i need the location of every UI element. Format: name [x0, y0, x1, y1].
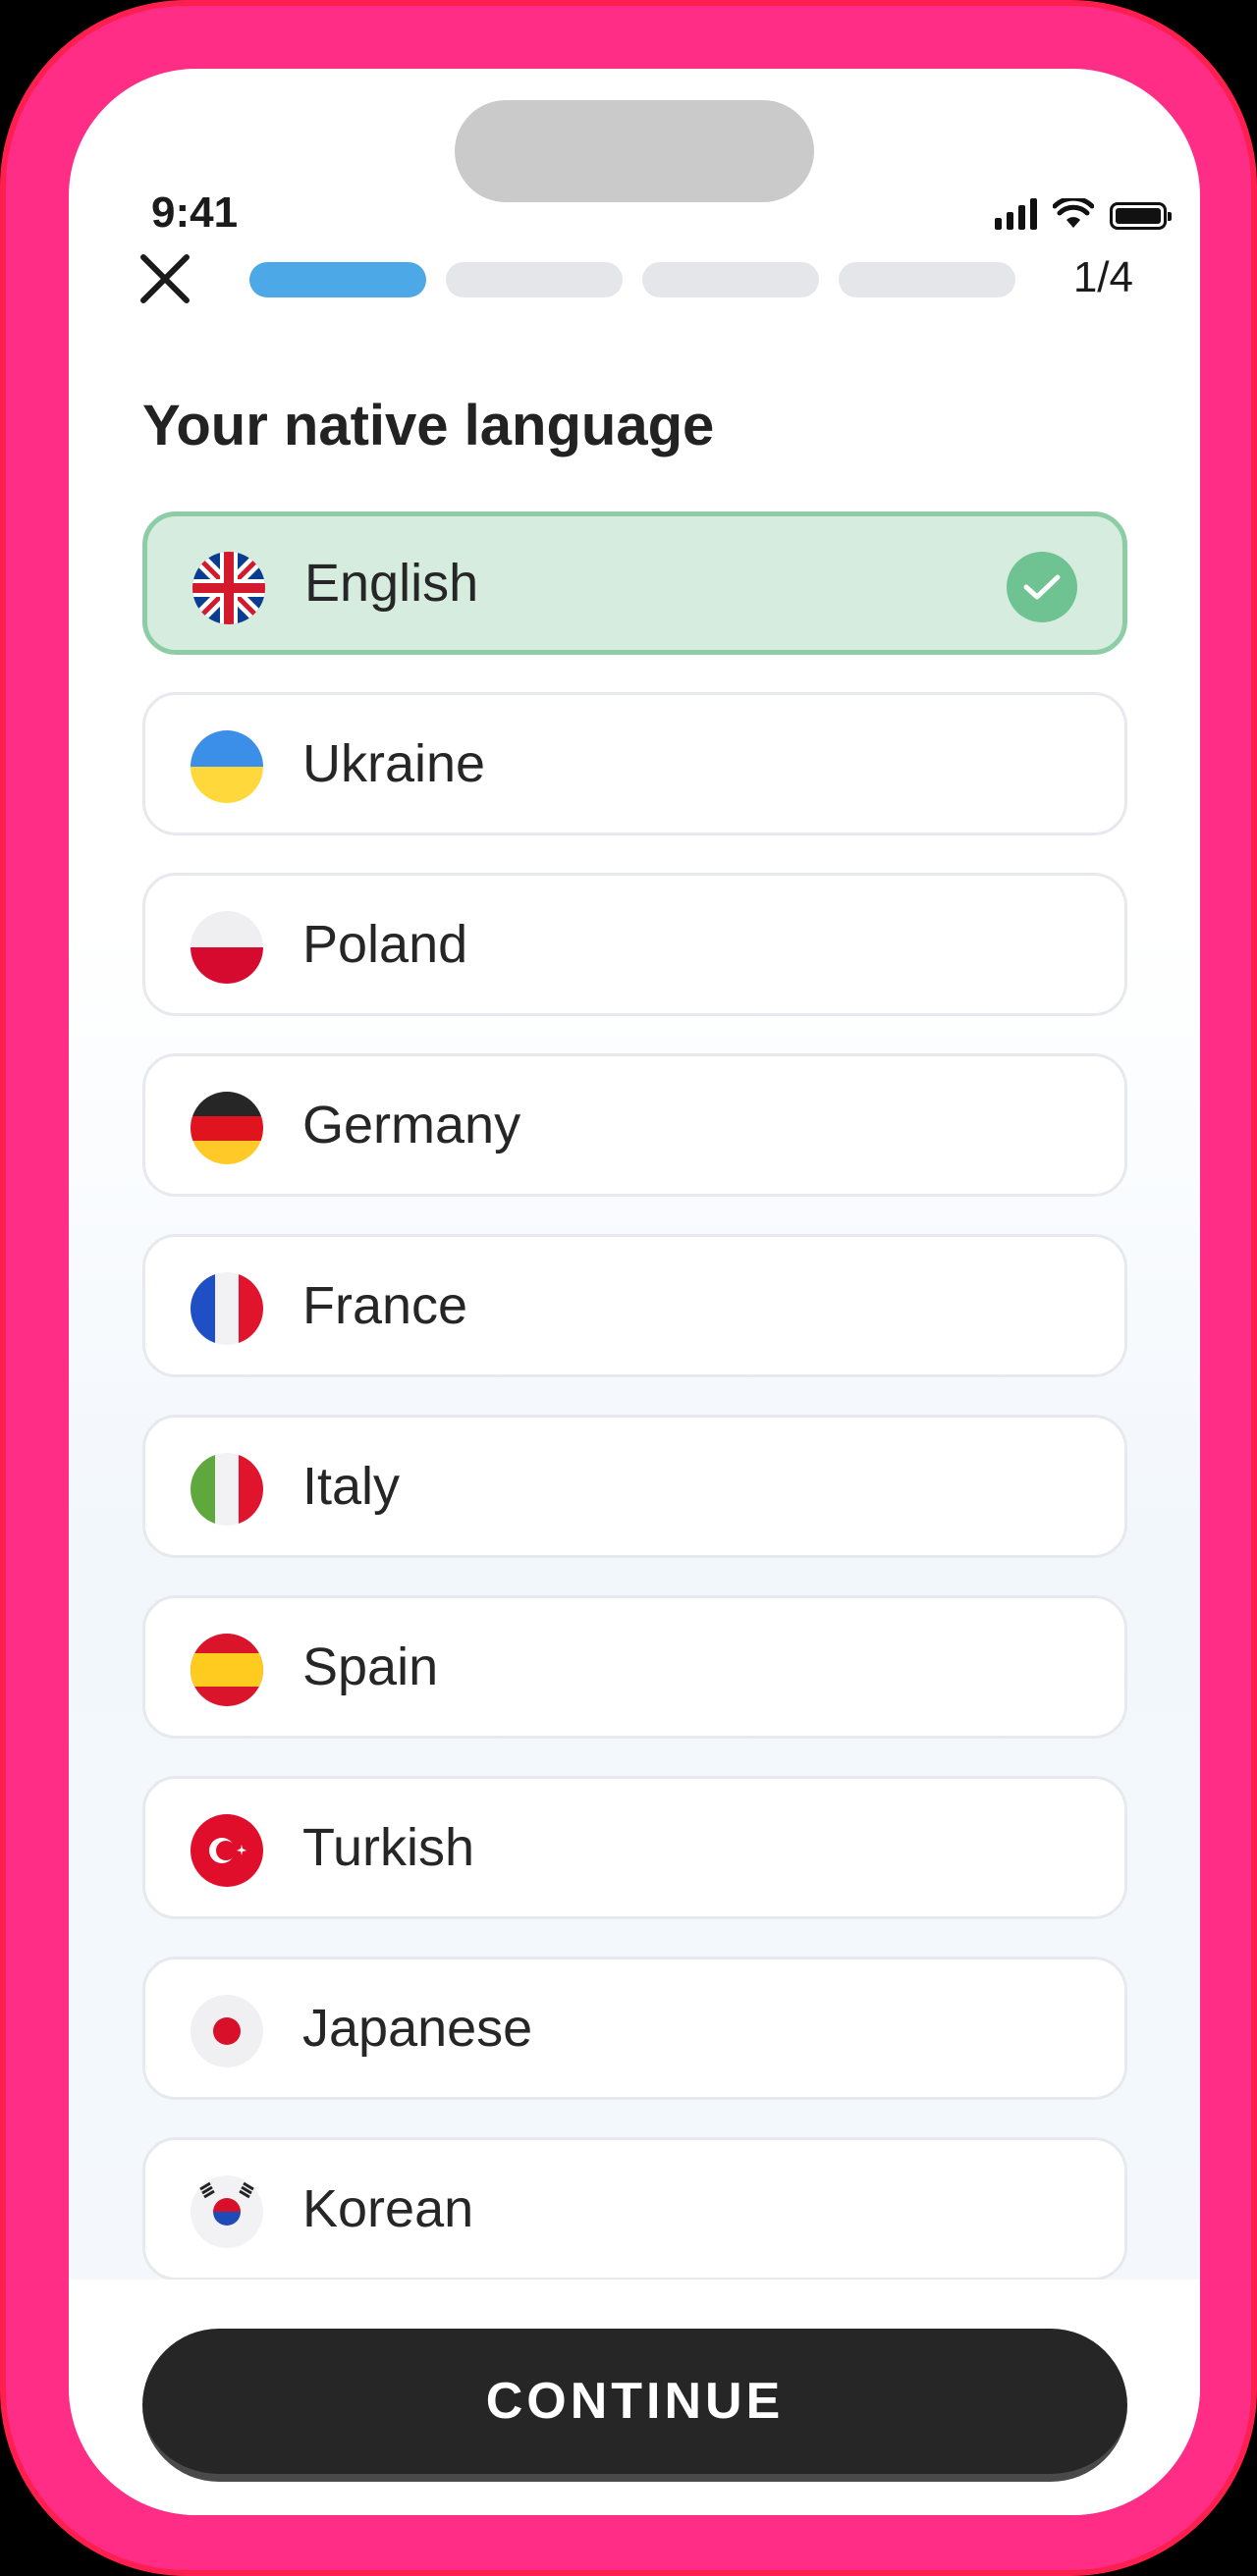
france-flag-icon [191, 1272, 263, 1345]
italy-flag-icon [191, 1453, 263, 1526]
phone-screen: 9:41 1/4 Your native language English Uk… [69, 69, 1200, 2515]
language-option-germany[interactable]: Germany [142, 1053, 1127, 1197]
language-option-spain[interactable]: Spain [142, 1595, 1127, 1739]
language-label: Spain [302, 1637, 439, 1696]
language-label: Ukraine [302, 734, 486, 793]
language-option-turkish[interactable]: Turkish [142, 1776, 1127, 1919]
wifi-icon [1053, 198, 1094, 228]
language-option-italy[interactable]: Italy [142, 1415, 1127, 1558]
step-counter: 1/4 [1072, 253, 1133, 301]
language-label: Germany [302, 1096, 521, 1154]
turkey-flag-icon [191, 1814, 263, 1887]
battery-icon [1110, 202, 1172, 230]
progress-bar [249, 262, 1015, 297]
language-option-ukraine[interactable]: Ukraine [142, 692, 1127, 835]
language-label: Poland [302, 915, 468, 974]
status-time: 9:41 [151, 188, 239, 237]
language-option-japanese[interactable]: Japanese [142, 1957, 1127, 2100]
check-icon [1007, 552, 1077, 622]
progress-segment [642, 262, 819, 297]
spain-flag-icon [191, 1634, 263, 1706]
korea-flag-icon [191, 2175, 263, 2248]
language-label: Turkish [302, 1818, 475, 1877]
uk-flag-icon [192, 552, 265, 624]
progress-segment [839, 262, 1015, 297]
language-label: France [302, 1276, 468, 1335]
continue-button[interactable]: CONTINUE [142, 2329, 1127, 2482]
language-label: Korean [302, 2179, 474, 2238]
status-icons [995, 198, 1172, 230]
germany-flag-icon [191, 1092, 263, 1164]
language-label: English [304, 554, 479, 613]
progress-segment [249, 262, 426, 297]
japan-flag-icon [191, 1995, 263, 2067]
page-title: Your native language [142, 394, 715, 457]
language-option-english[interactable]: English [142, 511, 1127, 655]
close-icon [140, 254, 190, 303]
progress-segment [446, 262, 623, 297]
poland-flag-icon [191, 911, 263, 984]
cellular-signal-icon [995, 198, 1037, 230]
dynamic-island [455, 100, 814, 202]
language-label: Italy [302, 1457, 401, 1516]
language-option-poland[interactable]: Poland [142, 873, 1127, 1016]
device-frame: 9:41 1/4 Your native language English Uk… [0, 0, 1257, 2576]
ukraine-flag-icon [191, 730, 263, 803]
close-button[interactable] [134, 247, 196, 310]
language-option-korean[interactable]: Korean [142, 2137, 1127, 2281]
language-label: Japanese [302, 1999, 533, 2058]
language-option-france[interactable]: France [142, 1234, 1127, 1377]
